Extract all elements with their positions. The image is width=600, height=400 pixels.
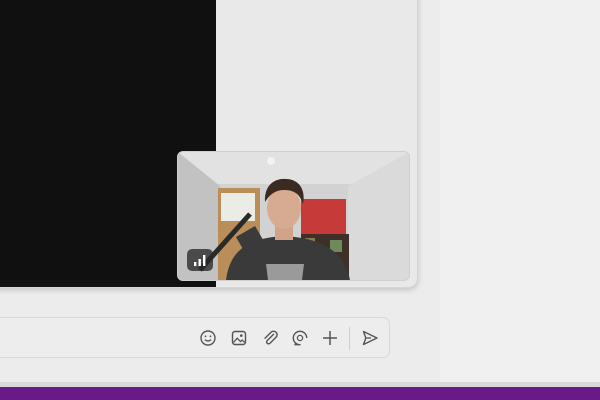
sticker-button[interactable]: [290, 328, 310, 348]
taskbar: [0, 387, 600, 400]
emoji-button[interactable]: [198, 328, 218, 348]
sticker-icon: [292, 330, 308, 346]
emoji-icon: [200, 330, 216, 346]
message-input[interactable]: [9, 326, 163, 352]
attach-button[interactable]: [260, 328, 280, 348]
signal-strength-icon: [194, 255, 206, 266]
attach-icon: [264, 330, 278, 345]
signal-strength-badge[interactable]: [187, 249, 213, 271]
app-screen: [0, 0, 600, 400]
send-button[interactable]: [360, 328, 380, 348]
side-panel-background: [440, 0, 600, 385]
plus-icon: [323, 331, 337, 345]
toolbar-divider: [349, 327, 350, 350]
self-view-video[interactable]: [177, 151, 410, 281]
image-icon: [231, 330, 247, 346]
image-button[interactable]: [229, 328, 249, 348]
add-button[interactable]: [320, 328, 340, 348]
send-icon: [362, 330, 378, 346]
